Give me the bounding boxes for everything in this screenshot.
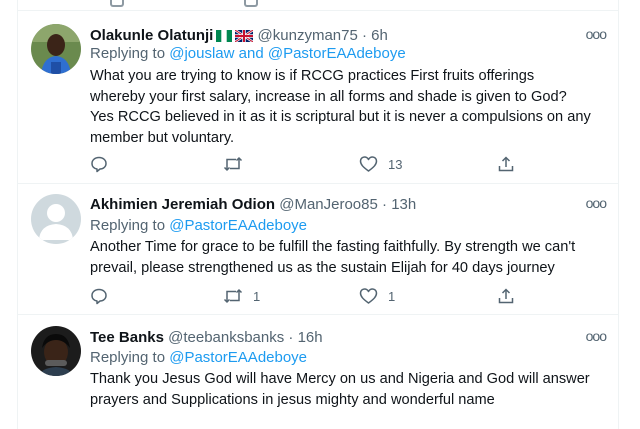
like-button[interactable]: 1 xyxy=(359,286,395,306)
separator-dot: · xyxy=(288,329,294,346)
like-icon xyxy=(359,288,378,304)
avatar[interactable] xyxy=(31,194,81,244)
replying-label: Replying to xyxy=(90,349,170,366)
tweet-header: Tee Banks @teebanksbanks · 16h ooo xyxy=(90,326,607,348)
like-button[interactable]: 13 xyxy=(359,154,402,174)
avatar[interactable] xyxy=(31,326,81,376)
author-handle[interactable]: @teebanksbanks xyxy=(168,329,284,346)
tweet-actions: 13 xyxy=(90,154,520,174)
uk-flag-icon xyxy=(235,30,254,42)
tweet-text-line: whereby your first salary, increase in a… xyxy=(90,88,567,105)
replying-label: Replying to xyxy=(90,45,170,62)
replying-to: Replying to @PastorEAAdeboye xyxy=(90,216,307,236)
reply-icon[interactable] xyxy=(110,0,124,7)
share-button[interactable] xyxy=(497,286,515,306)
retweet-icon xyxy=(223,156,243,172)
author-name[interactable]: Olakunle Olatunji xyxy=(90,27,213,44)
reply-button[interactable] xyxy=(90,286,118,306)
like-count: 1 xyxy=(388,288,396,304)
separator-dot: · xyxy=(382,196,388,213)
tweet-actions: 1 1 xyxy=(90,286,520,306)
tweet-text: What you are trying to know is if RCCG p… xyxy=(90,66,606,148)
retweet-button[interactable] xyxy=(223,154,253,174)
like-icon xyxy=(359,156,378,172)
retweet-icon xyxy=(223,288,243,304)
previous-tweet-actions xyxy=(18,0,618,11)
tweet-text: Another Time for grace to be fulfill the… xyxy=(90,237,606,278)
replying-label: Replying to xyxy=(90,217,170,234)
more-icon[interactable]: ooo xyxy=(586,193,607,213)
mention-link[interactable]: @jouslaw xyxy=(169,45,234,62)
avatar[interactable] xyxy=(31,24,81,74)
replying-to: Replying to @jouslaw and @PastorEAAdeboy… xyxy=(90,44,406,64)
tweet-time[interactable]: 6h xyxy=(371,27,388,44)
share-icon xyxy=(498,288,514,304)
tweet-text-line: What you are trying to know is if RCCG p… xyxy=(90,68,535,84)
retweet-count: 1 xyxy=(253,288,261,304)
nigeria-flag-icon xyxy=(216,30,233,42)
tweet-time[interactable]: 16h xyxy=(298,329,323,346)
share-icon xyxy=(498,156,514,172)
reply-feed: Olakunle Olatunji @kunzyman75 · 6h ooo R… xyxy=(17,0,619,429)
tweet-text-line: prayers and Supplications in jesus might… xyxy=(90,391,495,408)
more-icon[interactable]: ooo xyxy=(586,24,607,44)
retweet-icon[interactable] xyxy=(244,0,258,7)
tweet-text-line: Yes RCCG believed in it as it is scriptu… xyxy=(90,109,591,126)
separator-dot: · xyxy=(361,27,367,44)
reply-icon xyxy=(91,288,107,305)
tweet-text: Thank you Jesus God will have Mercy on u… xyxy=(90,369,606,410)
author-handle[interactable]: @ManJeroo85 xyxy=(279,196,378,213)
like-count: 13 xyxy=(388,156,403,172)
tweet-header: Akhimien Jeremiah Odion @ManJeroo85 · 13… xyxy=(90,193,607,215)
replying-joiner: and xyxy=(234,45,268,62)
mention-link[interactable]: @PastorEAAdeboye xyxy=(268,45,406,62)
tweet-time[interactable]: 13h xyxy=(391,196,416,213)
tweet-olakunle[interactable]: Olakunle Olatunji @kunzyman75 · 6h ooo R… xyxy=(18,11,618,184)
retweet-button[interactable]: 1 xyxy=(223,286,260,306)
author-name[interactable]: Tee Banks xyxy=(90,329,164,346)
tweet-akhimien[interactable]: Akhimien Jeremiah Odion @ManJeroo85 · 13… xyxy=(18,183,618,315)
mention-link[interactable]: @PastorEAAdeboye xyxy=(169,349,307,366)
replying-to: Replying to @PastorEAAdeboye xyxy=(90,348,307,368)
share-button[interactable] xyxy=(497,154,515,174)
reply-button[interactable] xyxy=(90,154,118,174)
tweet-text-line: Thank you Jesus God will have Mercy on u… xyxy=(90,371,590,387)
author-name[interactable]: Akhimien Jeremiah Odion xyxy=(90,196,275,213)
tweet-teebanks[interactable]: Tee Banks @teebanksbanks · 16h ooo Reply… xyxy=(18,314,618,429)
more-icon[interactable]: ooo xyxy=(586,326,607,346)
author-handle[interactable]: @kunzyman75 xyxy=(258,27,358,44)
tweet-text-line: member but voluntary. xyxy=(90,129,235,146)
reply-icon xyxy=(91,156,107,173)
tweet-header: Olakunle Olatunji @kunzyman75 · 6h ooo xyxy=(90,24,607,46)
tweet-text-line: prevail, please strengthened us as the s… xyxy=(90,259,555,276)
mention-link[interactable]: @PastorEAAdeboye xyxy=(169,217,307,234)
tweet-text-line: Another Time for grace to be fulfill the… xyxy=(90,239,576,255)
